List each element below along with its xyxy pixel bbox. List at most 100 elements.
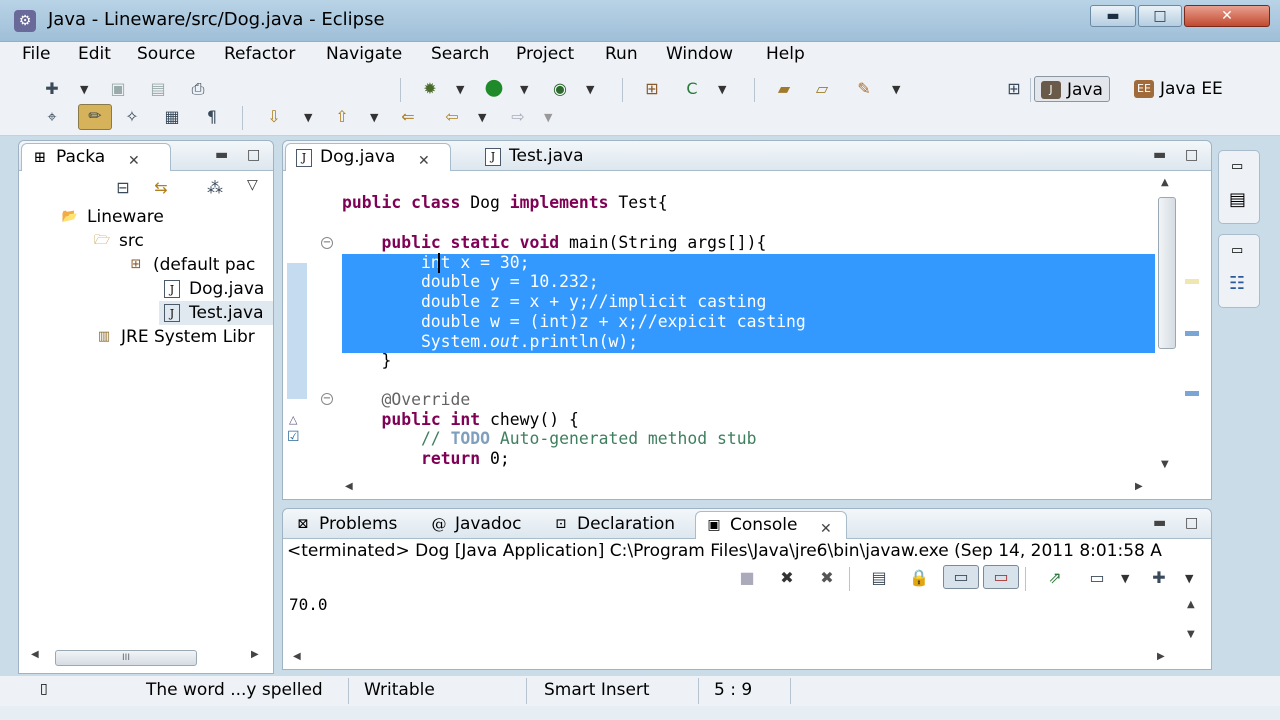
open-folder-icon[interactable]: ▱ (810, 78, 834, 100)
previous-annotation-icon[interactable]: ⇧ (330, 106, 354, 128)
tree-item-test-java[interactable]: J Test.java (159, 301, 273, 325)
pilcrow-icon[interactable]: ¶ (200, 106, 224, 128)
package-explorer-hscrollbar[interactable]: ◀ III ▶ (27, 649, 267, 667)
chevron-down-icon[interactable]: ▼ (892, 83, 900, 96)
scroll-lock-icon[interactable]: 🔒 (907, 567, 931, 589)
display-selected-console-icon[interactable]: ▭ (1085, 567, 1109, 589)
tab-dog-java[interactable]: J Dog.java ✕ (285, 143, 451, 171)
overview-ruler[interactable] (1179, 171, 1209, 484)
view-menu-chevron-icon[interactable]: ▽ (247, 177, 258, 193)
open-type-icon[interactable]: ▰ (772, 78, 796, 100)
save-all-icon[interactable]: ▤ (146, 78, 170, 100)
editor-vscrollbar[interactable]: ▲ ▼ (1155, 177, 1177, 471)
last-edit-location-icon[interactable]: ⇐ (396, 106, 420, 128)
menu-file[interactable]: File (22, 44, 50, 64)
scroll-up-arrow-icon[interactable]: ▲ (1187, 599, 1195, 610)
scroll-left-arrow-icon[interactable]: ◀ (345, 481, 353, 492)
chevron-down-icon[interactable]: ▼ (586, 83, 594, 96)
minimize-button[interactable]: ▬ (1090, 5, 1136, 27)
minimize-view-icon[interactable]: ▬ (1153, 147, 1166, 163)
next-annotation-icon[interactable]: ⇩ (262, 106, 286, 128)
scroll-right-arrow-icon[interactable]: ▶ (251, 649, 259, 660)
tree-item-jre-library[interactable]: ▥ JRE System Libr (91, 325, 255, 349)
pin-console-icon[interactable]: ⇗ (1043, 567, 1067, 589)
maximize-view-icon[interactable]: □ (247, 147, 260, 163)
terminate-icon[interactable]: ■ (735, 567, 759, 589)
chevron-down-icon[interactable]: ▼ (544, 111, 552, 124)
chevron-down-icon[interactable]: ▼ (80, 83, 88, 96)
show-console-on-stdout-icon[interactable]: ▭ (943, 565, 979, 589)
scroll-thumb[interactable] (1158, 197, 1176, 349)
tab-problems[interactable]: ⊠ Problems (285, 511, 415, 539)
perspective-java-button[interactable]: J Java (1034, 76, 1110, 102)
scroll-left-arrow-icon[interactable]: ◀ (31, 649, 39, 660)
remove-all-terminated-icon[interactable]: ✖ (815, 567, 839, 589)
overview-mark[interactable] (1185, 279, 1199, 284)
close-icon[interactable]: ✕ (128, 148, 140, 174)
chevron-down-icon[interactable]: ▼ (1185, 572, 1193, 585)
scroll-right-arrow-icon[interactable]: ▶ (1157, 651, 1165, 662)
link-with-editor-icon[interactable]: ⇆ (149, 177, 173, 199)
menu-source[interactable]: Source (137, 44, 195, 64)
search-icon[interactable]: ✎ (852, 78, 876, 100)
menu-window[interactable]: Window (666, 44, 733, 64)
new-icon[interactable]: ✚ (40, 78, 64, 100)
tree-item-project[interactable]: 📂 Lineware (57, 205, 164, 229)
fast-view-icon[interactable]: ▯ (40, 681, 48, 697)
close-icon[interactable]: ✕ (820, 516, 832, 542)
collapse-all-icon[interactable]: ⊟ (111, 177, 135, 199)
overview-mark[interactable] (1185, 391, 1199, 396)
chevron-down-icon[interactable]: ▼ (1121, 572, 1129, 585)
tree-item-src[interactable]: 🗁 src (89, 229, 144, 253)
minimize-view-icon[interactable]: ▬ (1153, 515, 1166, 531)
overview-mark[interactable] (1185, 331, 1199, 336)
maximize-view-icon[interactable]: □ (1185, 515, 1198, 531)
fold-collapse-icon[interactable]: − (321, 237, 333, 249)
tree-item-dog-java[interactable]: J Dog.java (159, 277, 264, 301)
run-icon[interactable]: ● (482, 77, 506, 99)
menu-project[interactable]: Project (516, 44, 574, 64)
tab-javadoc[interactable]: @ Javadoc (421, 511, 533, 539)
open-console-icon[interactable]: ✚ (1147, 567, 1171, 589)
view-menu-filter-icon[interactable]: ⁂ (203, 177, 227, 199)
new-java-class-icon[interactable]: C (680, 78, 704, 100)
eclipse-app-icon[interactable]: ⚙ (14, 10, 36, 32)
maximize-view-icon[interactable]: □ (1185, 147, 1198, 163)
menu-help[interactable]: Help (766, 44, 805, 64)
minimize-view-icon[interactable]: ▬ (215, 147, 228, 163)
scroll-left-arrow-icon[interactable]: ◀ (293, 651, 301, 662)
chevron-down-icon[interactable]: ▼ (304, 111, 312, 124)
menu-edit[interactable]: Edit (78, 44, 111, 64)
maximize-button[interactable]: □ (1138, 5, 1182, 27)
tab-console[interactable]: ▣ Console ✕ (695, 511, 847, 539)
menu-search[interactable]: Search (431, 44, 489, 64)
menu-navigate[interactable]: Navigate (326, 44, 402, 64)
external-tools-icon[interactable]: ◉ (548, 78, 572, 100)
scroll-up-arrow-icon[interactable]: ▲ (1161, 177, 1169, 188)
show-console-on-stderr-icon[interactable]: ▭ (983, 565, 1019, 589)
task-marker-icon[interactable]: ☑ (287, 429, 300, 445)
console-output[interactable]: 70.0 (289, 595, 328, 614)
chevron-down-icon[interactable]: ▼ (478, 111, 486, 124)
editor-hscrollbar[interactable]: ◀ ▶ (337, 481, 1155, 499)
restore-icon[interactable]: ▭ (1231, 159, 1243, 174)
restore-icon[interactable]: ▭ (1231, 243, 1243, 258)
remove-launch-icon[interactable]: ✖ (775, 567, 799, 589)
back-arrow-icon[interactable]: ⇦ (440, 106, 464, 128)
tab-package-explorer[interactable]: ⊞ Packa ✕ (21, 143, 171, 171)
override-marker-icon[interactable]: △ (289, 413, 297, 426)
perspective-java-ee-button[interactable]: EE Java EE (1128, 76, 1229, 102)
menu-refactor[interactable]: Refactor (224, 44, 295, 64)
chevron-down-icon[interactable]: ▼ (456, 83, 464, 96)
code-editor[interactable]: public class Dog implements Test{ public… (337, 171, 1155, 484)
clear-console-icon[interactable]: ▤ (867, 567, 891, 589)
toggle-breadcrumb-icon[interactable]: ⌖ (40, 106, 64, 128)
tree-item-default-package[interactable]: ⊞ (default pac (123, 253, 256, 277)
print-icon[interactable]: ⎙ (186, 78, 210, 100)
save-icon[interactable]: ▣ (106, 78, 130, 100)
scroll-thumb[interactable]: III (55, 650, 197, 666)
debug-icon[interactable]: ✹ (418, 78, 442, 100)
mark-occurrences-icon[interactable]: ✏ (78, 104, 112, 130)
fold-collapse-icon[interactable]: − (321, 393, 333, 405)
chevron-down-icon[interactable]: ▼ (520, 83, 528, 96)
